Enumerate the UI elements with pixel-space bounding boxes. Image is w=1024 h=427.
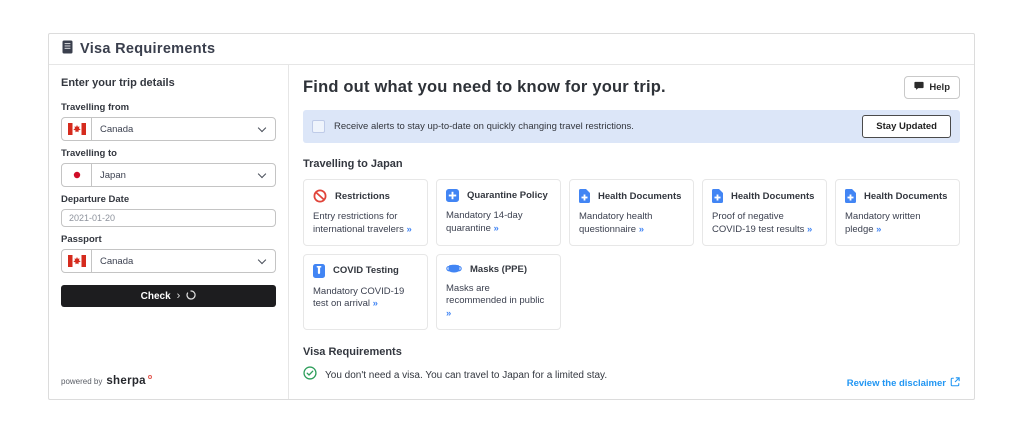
card-title: Health Documents	[598, 191, 681, 202]
card-health-documents-2[interactable]: Health Documents Proof of negative COVID…	[702, 179, 827, 246]
visa-requirements-title: Visa Requirements	[303, 346, 960, 358]
card-quarantine-policy[interactable]: Quarantine Policy Mandatory 14-day quara…	[436, 179, 561, 246]
passport-value: Canada	[92, 256, 259, 267]
widget-header: Visa Requirements	[49, 34, 974, 65]
sidebar-heading: Enter your trip details	[61, 77, 276, 89]
travelling-from-value: Canada	[92, 124, 259, 135]
card-link-arrow[interactable]: »	[446, 308, 451, 319]
help-button-label: Help	[929, 82, 950, 93]
card-link-arrow[interactable]: »	[373, 298, 378, 309]
check-circle-icon	[303, 366, 317, 385]
sherpa-logo-ring-icon	[148, 375, 152, 379]
card-text: Mandatory written pledge	[845, 211, 921, 235]
card-text: Proof of negative COVID-19 test results	[712, 211, 804, 235]
help-button[interactable]: Help	[904, 76, 960, 99]
card-title: Masks (PPE)	[470, 264, 527, 275]
alert-banner: Receive alerts to stay up-to-date on qui…	[303, 110, 960, 143]
card-text: Mandatory 14-day quarantine	[446, 210, 523, 234]
card-title: COVID Testing	[333, 265, 399, 276]
card-link-arrow[interactable]: »	[807, 224, 812, 235]
spinner-icon	[186, 290, 196, 303]
health-document-icon	[579, 189, 590, 203]
results-panel: Find out what you need to know for your …	[289, 65, 974, 399]
card-link-arrow[interactable]: »	[876, 224, 881, 235]
card-covid-testing[interactable]: COVID Testing Mandatory COVID-19 test on…	[303, 254, 428, 330]
card-title: Quarantine Policy	[467, 190, 548, 201]
card-health-documents-3[interactable]: Health Documents Mandatory written pledg…	[835, 179, 960, 246]
travelling-from-label: Travelling from	[61, 102, 276, 113]
powered-by: powered by sherpa	[61, 375, 276, 387]
review-disclaimer-label: Review the disclaimer	[847, 378, 946, 389]
travelling-to-label: Travelling to	[61, 148, 276, 159]
card-title: Health Documents	[864, 191, 947, 202]
departure-date-label: Departure Date	[61, 194, 276, 205]
review-disclaimer-link[interactable]: Review the disclaimer	[847, 377, 960, 390]
covid-testing-icon	[313, 264, 325, 278]
health-document-icon	[712, 189, 723, 203]
card-link-arrow[interactable]: »	[406, 224, 411, 235]
alert-checkbox[interactable]	[312, 120, 325, 133]
mask-icon	[446, 264, 462, 274]
departure-date-input[interactable]	[61, 209, 276, 227]
passport-icon	[62, 40, 73, 59]
japan-flag-icon	[62, 164, 92, 186]
check-button-chevron: ›	[177, 290, 181, 302]
card-text: Entry restrictions for international tra…	[313, 211, 404, 235]
card-text: Masks are recommended in public	[446, 283, 544, 307]
travelling-to-select[interactable]: Japan	[61, 163, 276, 187]
sherpa-logo: sherpa	[106, 375, 146, 387]
chevron-down-icon	[258, 169, 266, 177]
visa-requirements-widget: Visa Requirements Enter your trip detail…	[48, 33, 975, 400]
card-health-documents-1[interactable]: Health Documents Mandatory health questi…	[569, 179, 694, 246]
card-link-arrow[interactable]: »	[494, 223, 499, 234]
travel-info-cards: Restrictions Entry restrictions for inte…	[303, 179, 960, 330]
restrictions-icon	[313, 189, 327, 203]
travelling-from-select[interactable]: Canada	[61, 117, 276, 141]
check-button[interactable]: Check ›	[61, 285, 276, 307]
passport-label: Passport	[61, 234, 276, 245]
alert-text: Receive alerts to stay up-to-date on qui…	[334, 121, 853, 132]
chevron-down-icon	[258, 123, 266, 131]
travelling-to-section-title: Travelling to Japan	[303, 158, 960, 170]
canada-flag-icon	[62, 118, 92, 140]
card-restrictions[interactable]: Restrictions Entry restrictions for inte…	[303, 179, 428, 246]
card-title: Health Documents	[731, 191, 814, 202]
chevron-down-icon	[258, 255, 266, 263]
card-text: Mandatory COVID-19 test on arrival	[313, 286, 404, 310]
quarantine-icon	[446, 189, 459, 202]
main-heading: Find out what you need to know for your …	[303, 78, 666, 97]
trip-details-sidebar: Enter your trip details Travelling from …	[49, 65, 289, 399]
powered-by-label: powered by	[61, 377, 102, 386]
canada-flag-icon	[62, 250, 92, 272]
card-link-arrow[interactable]: »	[639, 224, 644, 235]
widget-title: Visa Requirements	[80, 41, 215, 57]
passport-select[interactable]: Canada	[61, 249, 276, 273]
visa-result-text: You don't need a visa. You can travel to…	[325, 370, 607, 381]
check-button-label: Check	[141, 291, 171, 302]
stay-updated-button[interactable]: Stay Updated	[862, 115, 951, 138]
external-link-icon	[950, 377, 960, 390]
chat-bubble-icon	[914, 81, 924, 94]
health-document-icon	[845, 189, 856, 203]
card-title: Restrictions	[335, 191, 390, 202]
travelling-to-value: Japan	[92, 170, 259, 181]
card-masks-ppe[interactable]: Masks (PPE) Masks are recommended in pub…	[436, 254, 561, 330]
